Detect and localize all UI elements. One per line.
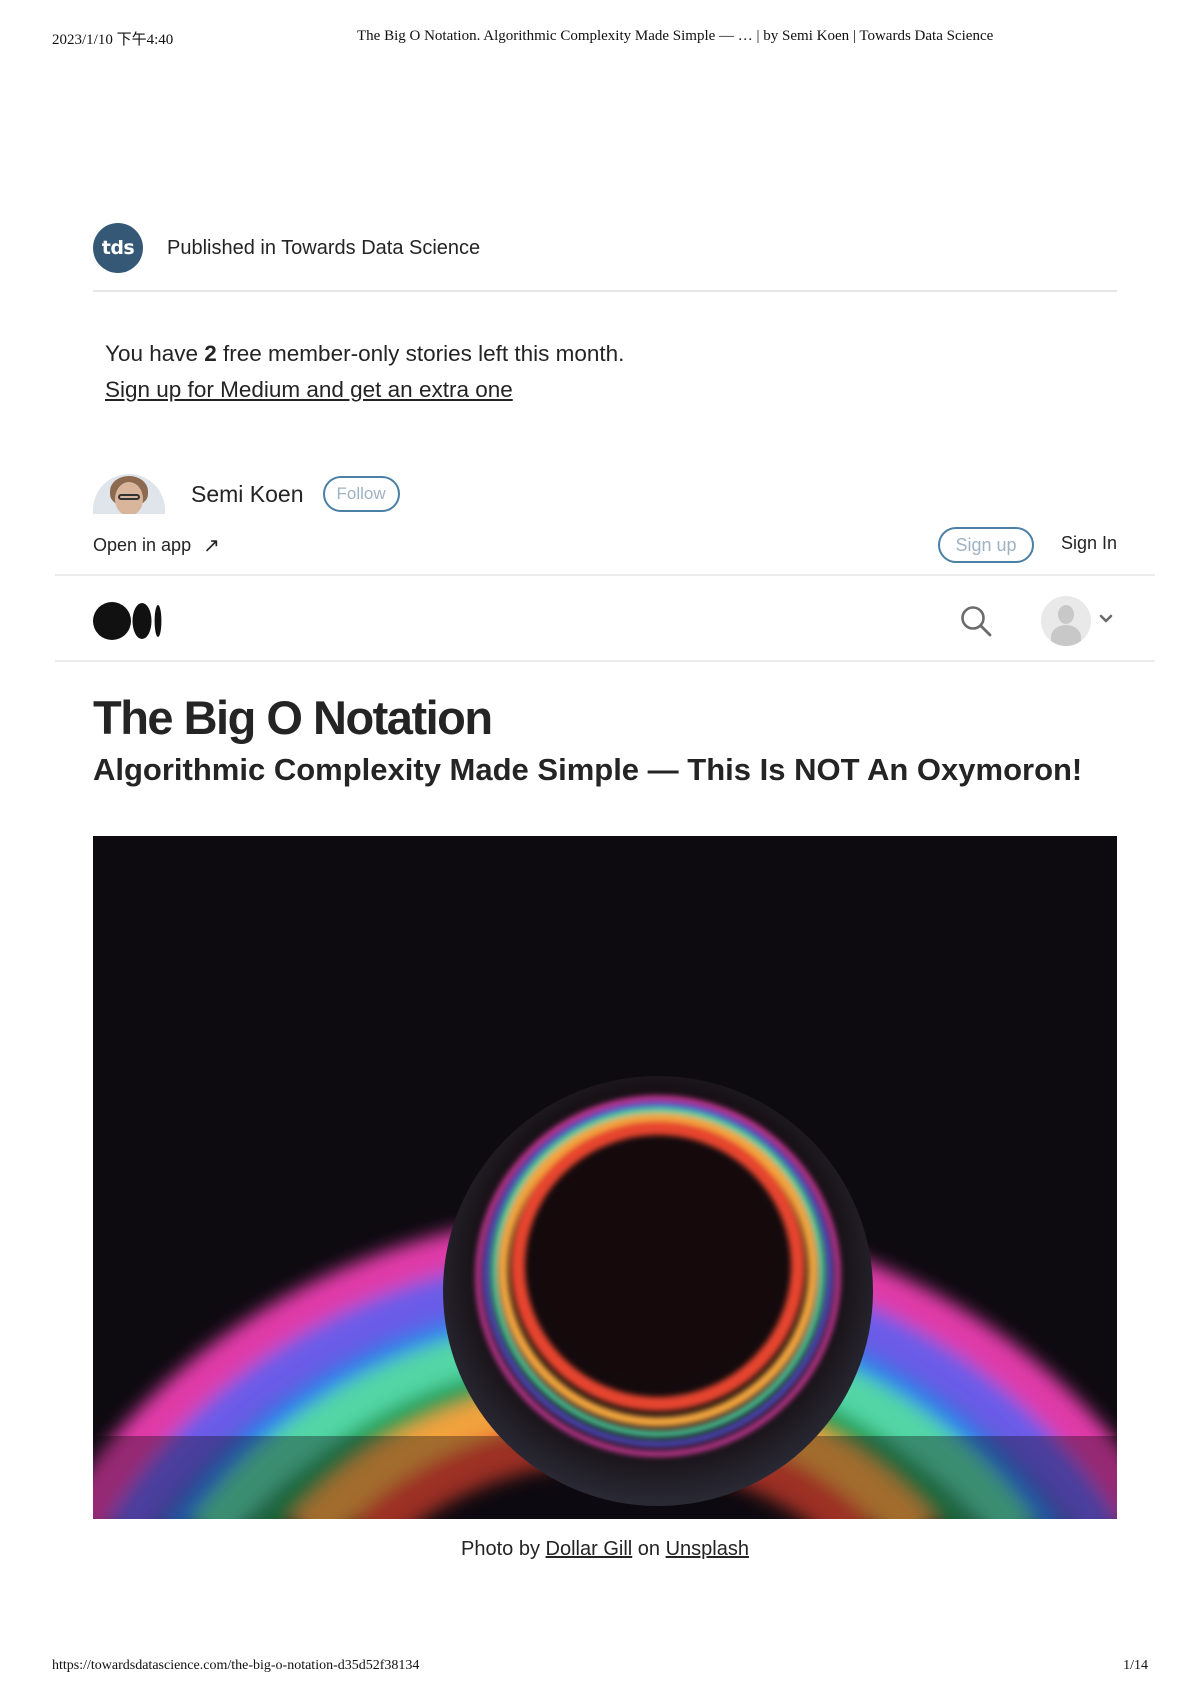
navbar	[93, 590, 1117, 650]
free-stories-message: You have 2 free member-only stories left…	[105, 336, 624, 372]
article-subtitle: Algorithmic Complexity Made Simple — Thi…	[93, 752, 1083, 787]
print-footer: https://towardsdatascience.com/the-big-o…	[52, 1658, 1148, 1678]
hero-image	[93, 836, 1117, 1519]
search-icon[interactable]	[959, 604, 993, 638]
user-avatar-icon[interactable]	[1041, 596, 1091, 646]
chevron-down-icon[interactable]	[1097, 612, 1115, 626]
sign-up-button[interactable]: Sign up	[938, 527, 1034, 563]
caption-prefix: Photo by	[461, 1538, 546, 1560]
photographer-link[interactable]: Dollar Gill	[546, 1538, 633, 1560]
open-in-app-label: Open in app	[93, 535, 192, 555]
divider	[55, 574, 1155, 576]
author-avatar[interactable]	[93, 474, 165, 514]
signup-extra-story-link[interactable]: Sign up for Medium and get an extra one	[105, 372, 513, 408]
print-header: 2023/1/10 下午4:40 The Big O Notation. Alg…	[52, 28, 1148, 52]
follow-button[interactable]: Follow	[322, 476, 400, 512]
author-row: Semi Koen Follow	[93, 474, 400, 514]
published-in-label[interactable]: Published in Towards Data Science	[167, 237, 480, 260]
image-caption: Photo by Dollar Gill on Unsplash	[0, 1538, 1200, 1561]
divider	[93, 290, 1117, 292]
glasses-icon	[118, 494, 140, 500]
caption-middle: on	[632, 1538, 666, 1560]
top-bar: Open in app ↗ Sign up Sign In	[93, 527, 1117, 563]
divider	[55, 660, 1155, 662]
unsplash-link[interactable]: Unsplash	[666, 1538, 749, 1560]
print-document-title: The Big O Notation. Algorithmic Complexi…	[357, 28, 994, 44]
print-url: https://towardsdatascience.com/the-big-o…	[52, 1658, 420, 1673]
print-date: 2023/1/10 下午4:40	[52, 32, 174, 48]
open-in-app-link[interactable]: Open in app ↗	[93, 533, 220, 558]
publication-logo[interactable]: tds	[93, 223, 143, 273]
print-page-number: 1/14	[1123, 1658, 1148, 1673]
medium-logo[interactable]	[93, 602, 163, 640]
free-stories-count: 2	[204, 341, 217, 366]
member-paywall-notice: You have 2 free member-only stories left…	[105, 336, 624, 408]
free-stories-prefix: You have	[105, 341, 205, 366]
free-stories-suffix: free member-only stories left this month…	[216, 341, 625, 366]
sign-in-link[interactable]: Sign In	[1061, 533, 1117, 554]
arrow-up-right-icon: ↗	[203, 535, 220, 557]
article-title: The Big O Notation	[93, 691, 493, 744]
author-name[interactable]: Semi Koen	[191, 481, 304, 508]
publication-row: tds Published in Towards Data Science	[93, 222, 480, 274]
neon-rainbow-photo	[93, 836, 1117, 1519]
